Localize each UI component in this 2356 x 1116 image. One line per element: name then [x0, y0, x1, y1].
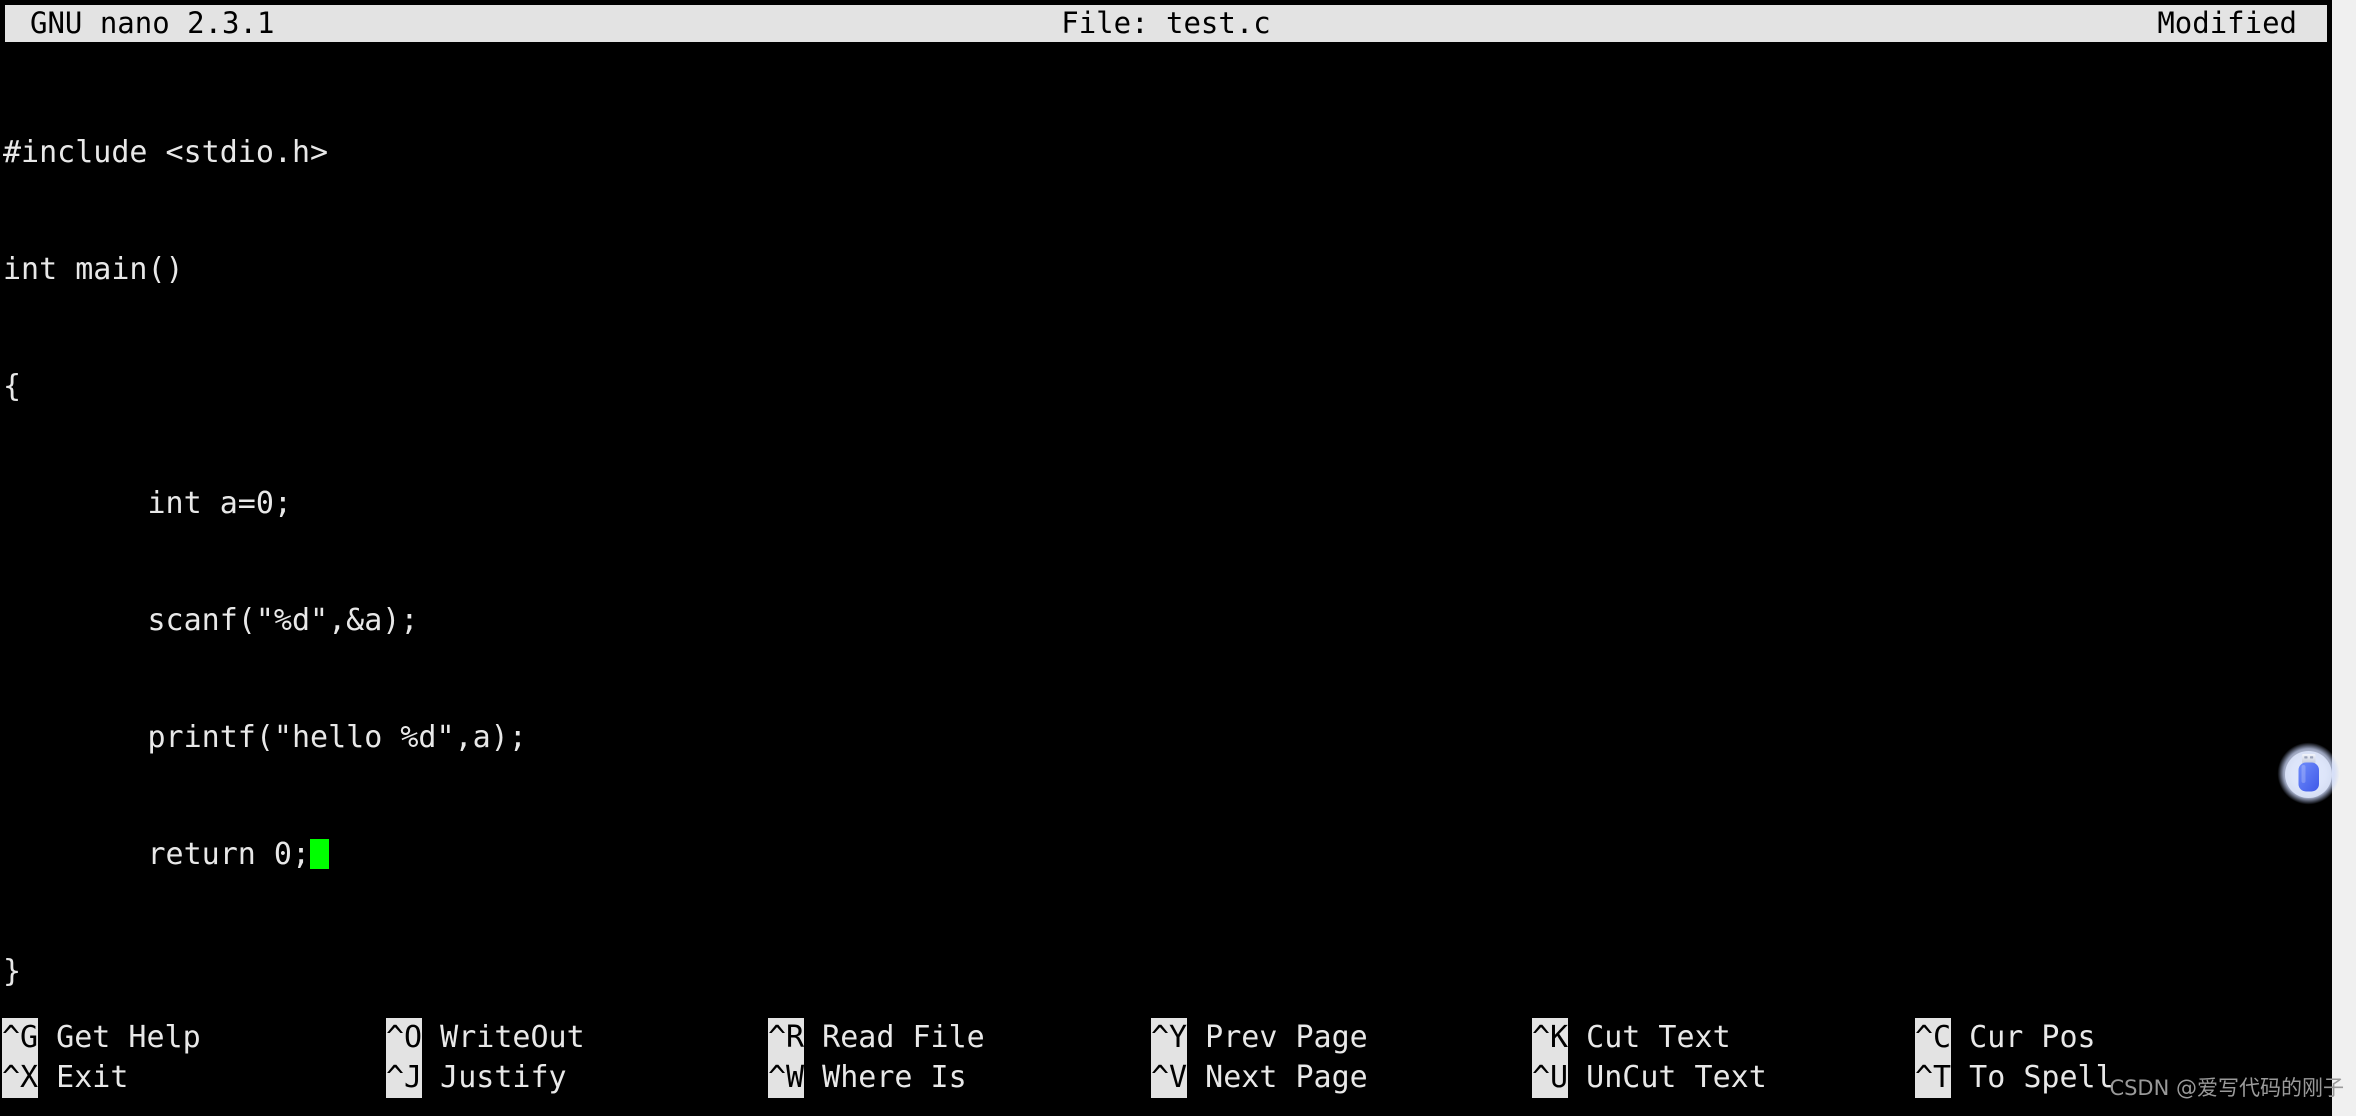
code-line: #include <stdio.h> — [3, 133, 2323, 172]
shortcut-label: UnCut Text — [1568, 1060, 1767, 1095]
code-line: scanf("%d",&a); — [3, 601, 2323, 640]
code-line-text: int main() — [3, 252, 184, 287]
code-line: int main() — [3, 250, 2323, 289]
help-column: ^G Get Help ^X Exit — [2, 1018, 201, 1098]
shortcut-label: Justify — [422, 1060, 567, 1095]
shortcut-label: To Spell — [1951, 1060, 2114, 1095]
usb-drive-icon[interactable] — [2276, 741, 2341, 806]
shortcut-item-read-file[interactable]: ^R Read File — [768, 1018, 985, 1058]
watermark-text: CSDN @爱写代码的刚子 — [2109, 1076, 2344, 1100]
shortcut-label: Exit — [38, 1060, 129, 1095]
shortcut-item-exit[interactable]: ^X Exit — [2, 1058, 201, 1098]
editor-text-area[interactable]: #include <stdio.h> int main() { int a=0;… — [3, 55, 2323, 1069]
shortcut-key: ^C — [1915, 1018, 1952, 1058]
help-column: ^C Cur Pos ^T To Spell — [1915, 1018, 2114, 1098]
shortcut-item-where-is[interactable]: ^W Where Is — [768, 1058, 985, 1098]
code-line: int a=0; — [3, 484, 2323, 523]
shortcut-key: ^O — [386, 1018, 423, 1058]
shortcut-label: Cut Text — [1568, 1020, 1731, 1055]
file-name-label: File: test.c — [1061, 6, 1271, 40]
shortcut-item-uncut-text[interactable]: ^U UnCut Text — [1532, 1058, 1767, 1098]
code-line-text: int a=0; — [3, 486, 292, 521]
code-line-text: return 0; — [3, 837, 311, 872]
shortcut-item-writeout[interactable]: ^O WriteOut — [386, 1018, 585, 1058]
code-line-text: scanf("%d",&a); — [3, 603, 419, 638]
nano-terminal-window[interactable]: GNU nano 2.3.1 File: test.c Modified #in… — [0, 0, 2332, 1116]
shortcut-item-prev-page[interactable]: ^Y Prev Page — [1151, 1018, 1368, 1058]
help-column: ^O WriteOut ^J Justify — [386, 1018, 585, 1098]
screen: GNU nano 2.3.1 File: test.c Modified #in… — [0, 0, 2356, 1116]
code-line-text: } — [3, 954, 22, 989]
help-column: ^Y Prev Page ^V Next Page — [1151, 1018, 1368, 1098]
shortcut-label: Prev Page — [1187, 1020, 1368, 1055]
shortcut-key: ^Y — [1151, 1018, 1188, 1058]
shortcut-label: WriteOut — [422, 1020, 585, 1055]
desktop-background-strip — [2332, 0, 2356, 1116]
shortcut-key: ^W — [768, 1058, 805, 1098]
titlebar: GNU nano 2.3.1 File: test.c Modified — [5, 5, 2327, 42]
shortcut-label: Where Is — [804, 1060, 967, 1095]
shortcut-item-get-help[interactable]: ^G Get Help — [2, 1018, 201, 1058]
code-line-text: { — [3, 369, 22, 404]
shortcut-item-cur-pos[interactable]: ^C Cur Pos — [1915, 1018, 2114, 1058]
shortcut-item-to-spell[interactable]: ^T To Spell — [1915, 1058, 2114, 1098]
help-column: ^K Cut Text ^U UnCut Text — [1532, 1018, 1767, 1098]
shortcut-help-bar: ^G Get Help ^X Exit ^O WriteOut ^J Justi… — [0, 1018, 2332, 1102]
shortcut-key: ^G — [2, 1018, 39, 1058]
code-line-with-cursor: return 0; — [3, 835, 2323, 874]
shortcut-key: ^X — [2, 1058, 39, 1098]
shortcut-key: ^R — [768, 1018, 805, 1058]
shortcut-key: ^U — [1532, 1058, 1569, 1098]
code-line-text: #include <stdio.h> — [3, 135, 329, 170]
shortcut-key: ^J — [386, 1058, 423, 1098]
modified-status-label: Modified — [2157, 6, 2297, 40]
text-cursor — [310, 839, 330, 869]
help-column: ^R Read File ^W Where Is — [768, 1018, 985, 1098]
shortcut-label: Read File — [804, 1020, 985, 1055]
shortcut-label: Cur Pos — [1951, 1020, 2096, 1055]
usb-connector — [2302, 754, 2316, 764]
shortcut-item-justify[interactable]: ^J Justify — [386, 1058, 585, 1098]
code-line-text: printf("hello %d",a); — [3, 720, 527, 755]
code-line: printf("hello %d",a); — [3, 718, 2323, 757]
shortcut-label: Get Help — [38, 1020, 201, 1055]
code-line: { — [3, 367, 2323, 406]
code-line: } — [3, 952, 2323, 991]
shortcut-key: ^T — [1915, 1058, 1952, 1098]
shortcut-item-next-page[interactable]: ^V Next Page — [1151, 1058, 1368, 1098]
shortcut-key: ^K — [1532, 1018, 1569, 1058]
shortcut-label: Next Page — [1187, 1060, 1368, 1095]
shortcut-item-cut-text[interactable]: ^K Cut Text — [1532, 1018, 1767, 1058]
shortcut-key: ^V — [1151, 1058, 1188, 1098]
